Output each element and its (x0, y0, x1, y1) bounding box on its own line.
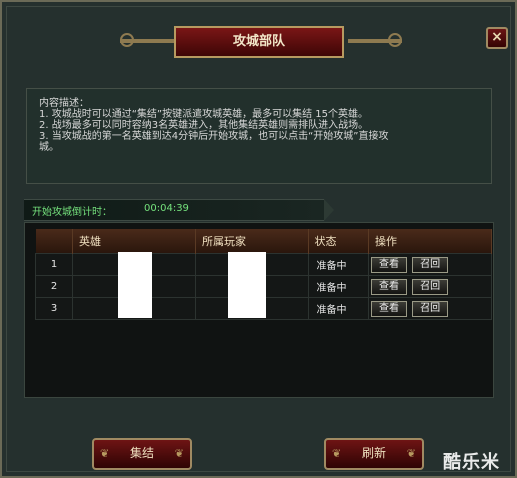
column-header-index (35, 229, 73, 254)
countdown-bar: 开始攻城倒计时： 00:04:39 (24, 199, 334, 221)
close-icon: × (491, 29, 503, 45)
column-header-player: 所属玩家 (195, 229, 309, 254)
description-line: 城。 (39, 142, 59, 153)
column-header-actions: 操作 (368, 229, 493, 254)
recall-button[interactable]: 召回 (412, 256, 449, 273)
status-cell: 准备中 (307, 275, 369, 298)
column-header-hero: 英雄 (72, 229, 196, 254)
title-ornament-left (120, 33, 174, 47)
view-button[interactable]: 查看 (370, 300, 407, 317)
gather-button[interactable]: 集结 (92, 438, 192, 470)
row-number: 3 (35, 297, 73, 320)
recall-button[interactable]: 召回 (412, 278, 449, 295)
description-line: 2. 战场最多可以同时容纳3名英雄进入，其他集结英雄则需排队进入战场。 (39, 120, 369, 131)
view-button[interactable]: 查看 (370, 256, 407, 273)
column-header-status: 状态 (308, 229, 369, 254)
recall-button[interactable]: 召回 (412, 300, 449, 317)
countdown-value: 00:04:39 (144, 203, 189, 214)
hero-table-panel: 英雄 所属玩家 状态 操作 1 准备中 查看 召回 2 准备中 查看 召回 3 … (24, 222, 494, 398)
hero-redacted-block (118, 252, 152, 318)
status-cell: 准备中 (307, 253, 369, 276)
refresh-button[interactable]: 刷新 (324, 438, 424, 470)
description-heading: 内容描述： (39, 98, 89, 109)
description-box: 内容描述： 1. 攻城战时可以通过“集结”按键派遣攻城英雄，最多可以集结 15个… (26, 88, 492, 184)
status-cell: 准备中 (307, 297, 369, 320)
countdown-label: 开始攻城倒计时： (32, 207, 112, 218)
description-line: 3. 当攻城战的第一名英雄到达4分钟后开始攻城，也可以点击“开始攻城”直接攻 (39, 131, 389, 142)
title-bar: 攻城部队 (120, 26, 402, 60)
window-title: 攻城部队 (174, 26, 344, 58)
siege-troops-window: 攻城部队 × 内容描述： 1. 攻城战时可以通过“集结”按键派遣攻城英雄，最多可… (0, 0, 517, 478)
close-button[interactable]: × (486, 27, 508, 49)
player-redacted-block (228, 252, 266, 318)
row-number: 1 (35, 253, 73, 276)
view-button[interactable]: 查看 (370, 278, 407, 295)
actions-cell: 查看 召回 (367, 253, 493, 276)
row-number: 2 (35, 275, 73, 298)
actions-cell: 查看 召回 (367, 275, 493, 298)
watermark-logo: 酷乐米 (443, 452, 500, 473)
title-ornament-right (348, 33, 402, 47)
table-header-row: 英雄 所属玩家 状态 操作 (35, 229, 493, 254)
actions-cell: 查看 召回 (367, 297, 493, 320)
description-line: 1. 攻城战时可以通过“集结”按键派遣攻城英雄，最多可以集结 15个英雄。 (39, 109, 368, 120)
